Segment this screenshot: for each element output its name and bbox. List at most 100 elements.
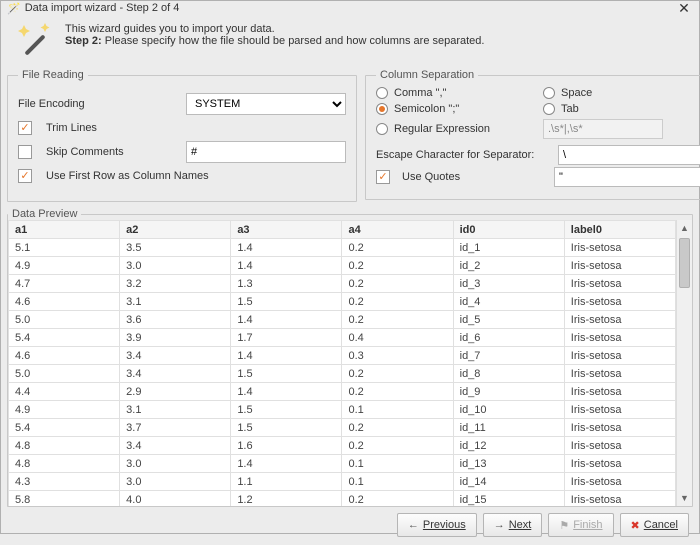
cancel-button[interactable]: Cancel: [620, 513, 689, 537]
table-cell: id_11: [453, 419, 564, 437]
table-row[interactable]: 4.93.01.40.2id_2Iris-setosa: [9, 257, 676, 275]
radio-semicolon-label: Semicolon ";": [394, 103, 459, 115]
radio-tab[interactable]: [543, 103, 555, 115]
previous-button[interactable]: Previous: [397, 513, 477, 537]
column-header[interactable]: a3: [231, 221, 342, 239]
table-cell: 4.4: [9, 383, 120, 401]
table-cell: 1.1: [231, 473, 342, 491]
table-cell: 0.1: [342, 455, 453, 473]
table-cell: Iris-setosa: [564, 419, 675, 437]
table-cell: 0.2: [342, 293, 453, 311]
data-preview-legend: Data Preview: [8, 208, 81, 220]
table-row[interactable]: 4.83.01.40.1id_13Iris-setosa: [9, 455, 676, 473]
column-header[interactable]: a1: [9, 221, 120, 239]
step-label: Step 2:: [65, 35, 102, 47]
table-cell: 5.8: [9, 491, 120, 507]
next-button[interactable]: Next: [483, 513, 543, 537]
table-cell: 4.9: [9, 401, 120, 419]
table-cell: 3.1: [120, 401, 231, 419]
regex-input: [543, 119, 663, 139]
table-cell: id_3: [453, 275, 564, 293]
scroll-up-arrow[interactable]: ▲: [677, 220, 692, 236]
column-header[interactable]: id0: [453, 221, 564, 239]
table-cell: 4.8: [9, 437, 120, 455]
table-cell: 4.6: [9, 347, 120, 365]
table-cell: 1.5: [231, 365, 342, 383]
table-row[interactable]: 4.93.11.50.1id_10Iris-setosa: [9, 401, 676, 419]
column-header[interactable]: a4: [342, 221, 453, 239]
table-row[interactable]: 5.43.71.50.2id_11Iris-setosa: [9, 419, 676, 437]
table-cell: 0.2: [342, 383, 453, 401]
table-cell: 3.4: [120, 347, 231, 365]
scroll-down-arrow[interactable]: ▼: [677, 490, 692, 506]
table-cell: id_1: [453, 239, 564, 257]
use-quotes-label: Use Quotes: [402, 171, 548, 183]
use-first-row-checkbox[interactable]: [18, 169, 32, 183]
table-cell: 3.9: [120, 329, 231, 347]
header-line2: Step 2: Please specify how the file shou…: [65, 35, 484, 47]
table-cell: Iris-setosa: [564, 383, 675, 401]
flag-icon: [559, 519, 569, 532]
table-cell: Iris-setosa: [564, 293, 675, 311]
escape-char-label: Escape Character for Separator:: [376, 149, 552, 161]
table-row[interactable]: 5.03.41.50.2id_8Iris-setosa: [9, 365, 676, 383]
table-cell: 3.5: [120, 239, 231, 257]
table-cell: 3.0: [120, 473, 231, 491]
table-cell: 0.2: [342, 257, 453, 275]
table-cell: Iris-setosa: [564, 365, 675, 383]
use-quotes-checkbox[interactable]: [376, 170, 390, 184]
window-close-button[interactable]: ✕: [675, 1, 693, 15]
table-cell: 1.4: [231, 239, 342, 257]
use-first-row-label: Use First Row as Column Names: [46, 170, 209, 182]
table-row[interactable]: 5.03.61.40.2id_5Iris-setosa: [9, 311, 676, 329]
table-cell: Iris-setosa: [564, 347, 675, 365]
table-cell: id_4: [453, 293, 564, 311]
trim-lines-checkbox[interactable]: [18, 121, 32, 135]
content-area: File Reading File Encoding SYSTEM Trim L…: [1, 67, 699, 202]
skip-comments-checkbox[interactable]: [18, 145, 32, 159]
arrow-left-icon: [408, 519, 419, 531]
table-row[interactable]: 4.73.21.30.2id_3Iris-setosa: [9, 275, 676, 293]
table-cell: 4.0: [120, 491, 231, 507]
table-row[interactable]: 4.42.91.40.2id_9Iris-setosa: [9, 383, 676, 401]
next-label: Next: [509, 519, 532, 531]
table-cell: 1.5: [231, 401, 342, 419]
table-cell: id_5: [453, 311, 564, 329]
table-cell: id_2: [453, 257, 564, 275]
table-cell: 5.1: [9, 239, 120, 257]
scroll-thumb[interactable]: [679, 238, 690, 288]
table-cell: 0.2: [342, 491, 453, 507]
table-row[interactable]: 4.33.01.10.1id_14Iris-setosa: [9, 473, 676, 491]
table-cell: 0.2: [342, 365, 453, 383]
wizard-window: Data import wizard - Step 2 of 4 ✕ This …: [0, 0, 700, 534]
arrow-right-icon: [494, 519, 505, 531]
escape-char-input[interactable]: [558, 145, 700, 165]
preview-scrollbar[interactable]: ▲ ▼: [676, 220, 692, 506]
wizard-large-icon: [15, 23, 55, 57]
comment-char-input[interactable]: [186, 141, 346, 163]
column-header[interactable]: a2: [120, 221, 231, 239]
table-cell: 0.2: [342, 419, 453, 437]
table-row[interactable]: 4.63.41.40.3id_7Iris-setosa: [9, 347, 676, 365]
radio-semicolon[interactable]: [376, 103, 388, 115]
titlebar: Data import wizard - Step 2 of 4 ✕: [1, 1, 699, 15]
table-row[interactable]: 4.63.11.50.2id_4Iris-setosa: [9, 293, 676, 311]
table-row[interactable]: 5.43.91.70.4id_6Iris-setosa: [9, 329, 676, 347]
table-cell: id_12: [453, 437, 564, 455]
table-row[interactable]: 5.84.01.20.2id_15Iris-setosa: [9, 491, 676, 507]
table-cell: 0.3: [342, 347, 453, 365]
radio-comma[interactable]: [376, 87, 388, 99]
table-cell: 1.2: [231, 491, 342, 507]
table-cell: 3.4: [120, 437, 231, 455]
radio-space[interactable]: [543, 87, 555, 99]
table-row[interactable]: 4.83.41.60.2id_12Iris-setosa: [9, 437, 676, 455]
quote-char-input[interactable]: [554, 167, 700, 187]
column-header[interactable]: label0: [564, 221, 675, 239]
radio-regex[interactable]: [376, 123, 388, 135]
table-row[interactable]: 5.13.51.40.2id_1Iris-setosa: [9, 239, 676, 257]
table-cell: 0.2: [342, 437, 453, 455]
column-separation-legend: Column Separation: [376, 69, 478, 81]
file-encoding-select[interactable]: SYSTEM: [186, 93, 346, 115]
table-cell: Iris-setosa: [564, 311, 675, 329]
table-cell: 3.1: [120, 293, 231, 311]
